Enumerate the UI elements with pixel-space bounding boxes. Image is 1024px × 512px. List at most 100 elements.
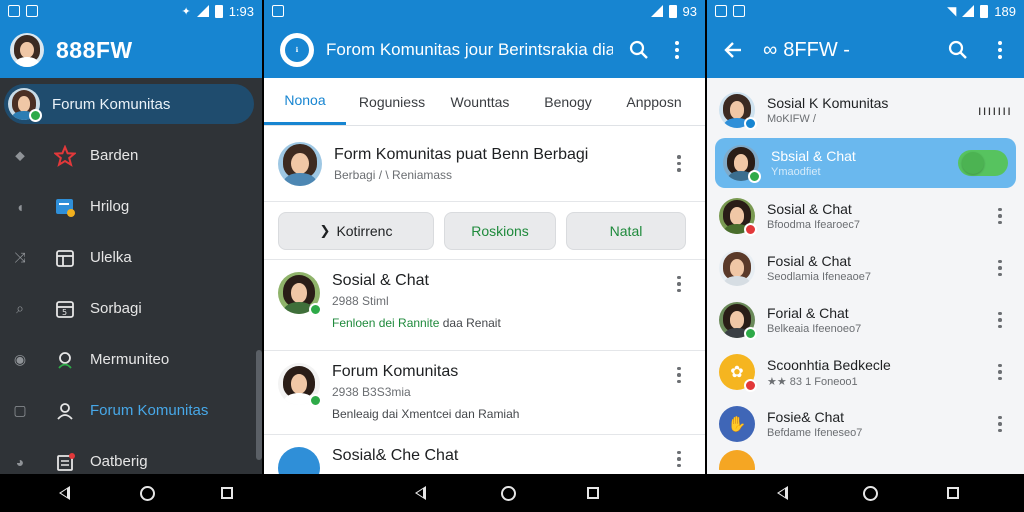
feed-app-bar: ℹ Forom Komunitas jour Berintsrakia dia	[264, 22, 705, 78]
more-options-icon[interactable]	[988, 360, 1012, 384]
recents-icon[interactable]	[573, 474, 613, 512]
user-settings-icon	[54, 400, 76, 422]
action-chips: ❯ Kotirrenc Roskions Natal	[264, 202, 705, 260]
save-notification-icon	[733, 5, 745, 17]
post-avatar	[278, 363, 322, 407]
back-icon[interactable]	[762, 474, 802, 512]
community-feed-screen: 93 ℹ Forom Komunitas jour Berintsrakia d…	[264, 0, 705, 474]
wifi-icon: ◥	[947, 4, 957, 18]
page-title: 8FFW -	[783, 38, 850, 61]
chat-row-selected[interactable]: Sbsial & Chat Ymaodfiet	[715, 138, 1016, 188]
more-options-icon[interactable]	[988, 412, 1012, 436]
home-icon[interactable]	[127, 474, 167, 512]
chat-title: Fosial & Chat	[767, 253, 852, 269]
post-title: Forum Komunitas	[332, 363, 459, 380]
drawer-item-forum-komunitas[interactable]: ▢ Forum Komunitas	[0, 385, 262, 436]
chat-row-partial[interactable]	[707, 450, 1024, 470]
drawer-scrollbar[interactable]	[256, 350, 262, 460]
avatar-icon	[8, 88, 42, 122]
chat-subtitle: ★★ 83 1 Foneoo1	[767, 375, 858, 388]
back-icon[interactable]	[44, 474, 84, 512]
more-options-icon[interactable]	[665, 38, 689, 62]
app-logo-icon[interactable]: ℹ	[280, 33, 314, 67]
post-title: Sosial & Chat	[332, 272, 429, 289]
chip-label: Roskions	[471, 222, 529, 239]
more-options-icon[interactable]	[988, 308, 1012, 332]
gallery-notification-icon	[715, 5, 727, 17]
circle-icon: ◉	[13, 351, 27, 367]
location-icon	[54, 349, 76, 371]
more-options-icon[interactable]	[667, 272, 691, 296]
chat-row[interactable]: ✋ Fosie& Chat Befdame Ifeneseo7	[707, 398, 1024, 450]
chat-toggle-switch[interactable]	[958, 150, 1008, 176]
post-avatar	[278, 447, 320, 474]
chip-roskions[interactable]: Roskions	[444, 211, 556, 250]
home-icon[interactable]	[488, 474, 528, 512]
online-badge	[29, 109, 42, 122]
post-item[interactable]: Sosial & Chat 2988 Stiml Fenloen dei Ran…	[264, 260, 705, 351]
tab-wounttas[interactable]: Wounttas	[438, 78, 522, 125]
tab-anpposn[interactable]: Anpposn	[614, 78, 694, 125]
back-arrow-icon[interactable]	[719, 36, 747, 64]
hand-icon: ✋	[727, 416, 747, 433]
chat-badge	[744, 379, 757, 392]
chat-row[interactable]: ✿ Scoonhtia Bedkecle ★★ 83 1 Foneoo1	[707, 346, 1024, 398]
tab-benogy[interactable]: Benogy	[522, 78, 614, 125]
signal-icon	[196, 5, 209, 17]
chat-badge	[744, 223, 757, 236]
search-icon[interactable]	[625, 36, 653, 64]
more-options-icon[interactable]	[988, 204, 1012, 228]
chat-row[interactable]: Forial & Chat Belkeaia Ifeenoeo7	[707, 294, 1024, 346]
home-icon[interactable]	[850, 474, 890, 512]
recents-icon[interactable]	[207, 474, 247, 512]
status-bar: ◥ 189	[707, 0, 1024, 22]
signal-strength-indicator: ııııııı	[977, 102, 1012, 118]
post-item[interactable]: Forum Komunitas 2938 B3S3mia Benleaig da…	[264, 351, 705, 435]
more-options-icon[interactable]	[667, 447, 691, 471]
drawer-item-barden[interactable]: ⬥ Barden	[0, 130, 262, 181]
community-subtitle: Berbagi / \ Reniamass	[334, 167, 453, 182]
chat-subtitle: Bfoodma Ifearoec7	[767, 219, 860, 231]
chat-row[interactable]: Sosial K Komunitas MoKIFW / ııııııı	[707, 84, 1024, 136]
battery-icon	[214, 4, 223, 18]
profile-avatar[interactable]	[10, 33, 44, 67]
drawer-item-sorbagi[interactable]: ⌕ 5 Sorbagi	[0, 283, 262, 334]
chat-row[interactable]: Sosial & Chat Bfoodma Ifearoec7	[707, 190, 1024, 242]
post-meta: 2988 Stiml	[332, 294, 389, 308]
gallery-notification-icon	[272, 5, 284, 17]
pin-icon: ◕	[15, 453, 25, 470]
drawer-item-hrilog[interactable]: ◖ Hrilog	[0, 181, 262, 232]
tab-nonoa[interactable]: Nonoa	[264, 78, 346, 125]
svg-text:5: 5	[62, 308, 67, 317]
more-options-icon[interactable]	[667, 363, 691, 387]
chat-bubble-icon: ◖	[15, 198, 25, 215]
drawer-item-mermuniteo[interactable]: ◉ Mermuniteo	[0, 334, 262, 385]
chip-kotirrenc[interactable]: ❯ Kotirrenc	[278, 211, 434, 250]
drawer-item-ulelka[interactable]: ⤨ Ulelka	[0, 232, 262, 283]
more-options-icon[interactable]	[667, 152, 691, 176]
chat-row[interactable]: Fosial & Chat Seodlamia Ifeneaoe7	[707, 242, 1024, 294]
chat-title: Scoonhtia Bedkecle	[767, 356, 891, 373]
community-header-card[interactable]: Form Komunitas puat Benn Berbagi Berbagi…	[264, 126, 705, 202]
tab-roguniess[interactable]: Roguniess	[346, 78, 438, 125]
post-title: Sosial& Che Chat	[332, 447, 459, 464]
pin-icon: ⬥	[15, 147, 25, 163]
drawer-item-active[interactable]: Forum Komunitas	[4, 84, 254, 124]
alarm-icon: ✦	[181, 5, 191, 18]
group-avatar	[278, 141, 322, 186]
paw-icon: ✿	[730, 364, 744, 381]
star-icon	[54, 144, 76, 167]
status-time: 189	[994, 3, 1016, 19]
chat-avatar	[723, 145, 761, 183]
more-options-icon[interactable]	[988, 256, 1012, 280]
drawer-menu: ⬥ Barden ◖ Hrilog ⤨ Ulelka ⌕ 5 Sorbagi ◉…	[0, 130, 262, 474]
search-icon[interactable]	[944, 36, 972, 64]
post-item[interactable]: Sosial& Che Chat	[264, 435, 705, 474]
recents-icon[interactable]	[933, 474, 973, 512]
back-icon[interactable]	[400, 474, 440, 512]
drawer-item-oatberig[interactable]: ◕ Oatberig	[0, 436, 262, 474]
chat-avatar	[719, 92, 757, 130]
chat-subtitle: Befdame Ifeneseo7	[767, 427, 863, 439]
chip-natal[interactable]: Natal	[566, 211, 686, 250]
more-options-icon[interactable]	[988, 38, 1012, 62]
